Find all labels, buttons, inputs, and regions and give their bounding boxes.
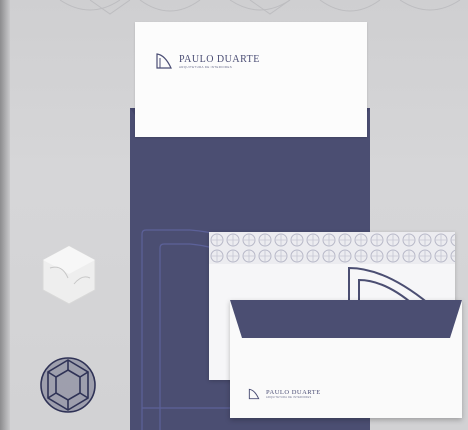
envelope-brand-tagline: ARQUITETURA DE INTERIORES [266, 396, 312, 399]
letterhead-logo: PAULO DUARTE ARQUITETURA DE INTERIORES [155, 52, 260, 70]
brand-name: PAULO DUARTE [179, 53, 260, 65]
background-pattern [59, 0, 461, 15]
envelope-brand-name: PAULO DUARTE [266, 389, 321, 396]
wire-sphere-ornament [40, 357, 96, 413]
brand-tagline: ARQUITETURA DE INTERIORES [179, 64, 233, 69]
letterhead: PAULO DUARTE ARQUITETURA DE INTERIORES [135, 22, 367, 137]
envelope-front: PAULO DUARTE ARQUITETURA DE INTERIORES [230, 300, 462, 418]
brand-logo-icon [156, 53, 172, 69]
marble-paperweight [42, 245, 96, 305]
stationery-scene: PAULO DUARTE ARQUITETURA DE INTERIORES P… [0, 0, 468, 430]
envelope-logo-icon [248, 388, 260, 400]
envelope-pattern [209, 232, 455, 264]
envelope-logo: PAULO DUARTE ARQUITETURA DE INTERIORES [248, 388, 321, 400]
envelope-flap [230, 300, 462, 338]
shadow-edge [0, 0, 10, 430]
